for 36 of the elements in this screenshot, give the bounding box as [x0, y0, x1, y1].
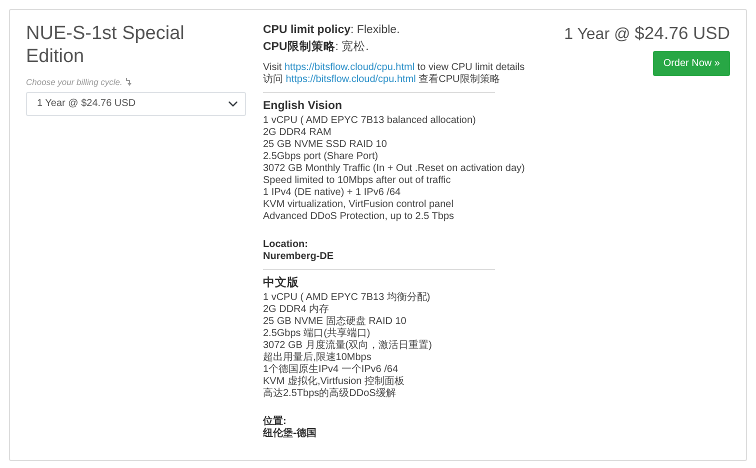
section-heading: 中文版	[263, 276, 300, 290]
order-now-button[interactable]: Order Now »	[653, 51, 730, 76]
spec-line: 2.5Gbps 端口(共享端口)	[263, 328, 372, 340]
spec-line: 高达2.5Tbps的高级DDoS缓解	[263, 388, 397, 400]
spec-line: Speed limited to 10Mbps after out of traffic	[263, 175, 452, 187]
link[interactable]: https://bitsflow.cloud/cpu.html	[284, 62, 415, 73]
spec-line: 1个德国原生IPv4 一个IPv6 /64	[263, 364, 400, 376]
spec-line: 2G DDR4 内存	[263, 304, 330, 316]
policy-text: CPU限制策略: 宽松.	[263, 39, 370, 55]
location-text: 纽伦堡-德国	[263, 428, 318, 440]
spec-line: 2G DDR4 RAM	[263, 127, 332, 139]
location-label: 位置:	[263, 416, 288, 428]
product-title: NUE-S-1st Special Edition	[26, 22, 186, 68]
spec-line: 超出用量后,限速10Mbps	[263, 352, 372, 364]
arrow-down-icon	[125, 78, 132, 86]
price-text: 1 Year @ $24.76 USD	[563, 23, 730, 45]
link[interactable]: https://bitsflow.cloud/cpu.html	[286, 74, 416, 85]
billing-cycle-select[interactable]: 1 Year @ $24.76 USD	[26, 92, 246, 116]
billing-hint: Choose your billing cycle.	[26, 76, 122, 89]
note-text: Visit https://bitsflow.cloud/cpu.html to view CPU limit details	[263, 62, 526, 74]
note-text: 访问 https://bitsflow.cloud/cpu.html 查看CPU限制策略	[263, 74, 501, 86]
spec-line: Advanced DDoS Protection, up to 2.5 Tbps	[263, 211, 456, 223]
spec-line: 3072 GB 月度流量(双向，激活日重置)	[263, 340, 433, 352]
spec-line: 1 vCPU ( AMD EPYC 7B13 balanced allocation)	[263, 115, 477, 127]
policy-text: CPU limit policy: Flexible.	[263, 23, 401, 38]
location-label: Location:	[263, 239, 309, 251]
spec-line: KVM 虚拟化,Virtfusion 控制面板	[263, 376, 406, 388]
spec-line: 1 IPv4 (DE native) + 1 IPv6 /64	[263, 187, 402, 199]
spec-line: 25 GB NVME SSD RAID 10	[263, 139, 388, 151]
spec-line: 3072 GB Monthly Traffic (In + Out .Reset on activation day)	[263, 163, 526, 175]
spec-line: 25 GB NVME 固态硬盘 RAID 10	[263, 316, 408, 328]
spec-line: 1 vCPU ( AMD EPYC 7B13 均衡分配)	[263, 292, 432, 304]
spec-line: KVM virtualization, VirtFusion control panel	[263, 199, 454, 211]
location-text: Nuremberg-DE	[263, 251, 335, 263]
section-heading: English Vision	[263, 99, 344, 113]
spec-line: 2.5Gbps port (Share Port)	[263, 151, 380, 163]
